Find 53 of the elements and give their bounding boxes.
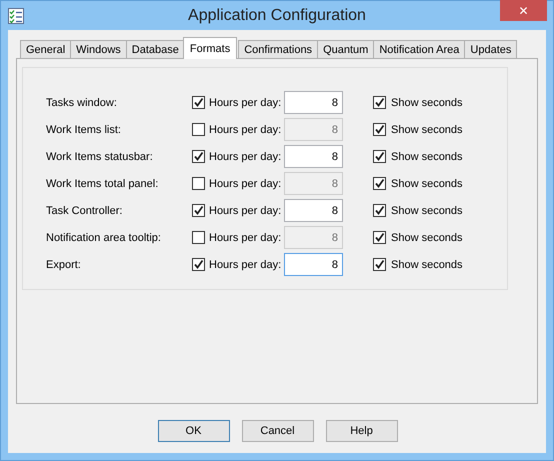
tab[interactable]: Confirmations [238, 40, 318, 58]
checkbox[interactable] [192, 231, 205, 244]
close-button[interactable]: ✕ [500, 0, 547, 21]
row-label: Work Items list: [46, 124, 122, 136]
checkbox-label: Hours per day: [209, 150, 282, 162]
checkbox-label: Show seconds [391, 124, 463, 136]
window-title: Application Configuration [187, 7, 367, 25]
checkbox-label: Hours per day: [209, 232, 282, 244]
tab[interactable]: Notification Area [373, 40, 466, 58]
checkbox[interactable] [373, 177, 386, 190]
checkbox[interactable] [373, 204, 386, 217]
checkbox[interactable] [373, 123, 386, 136]
row-label: Task Controller: [46, 204, 124, 216]
checkbox-label: Hours per day: [209, 124, 282, 136]
row-label: Notification area tooltip: [46, 232, 162, 244]
checkbox-label: Hours per day: [209, 178, 282, 190]
tab[interactable]: Windows [70, 40, 127, 58]
checkbox-label: Show seconds [391, 204, 463, 216]
checkbox[interactable] [373, 96, 386, 109]
checkbox-label: Show seconds [391, 232, 463, 244]
row-label: Export: [46, 258, 82, 270]
tab[interactable]: Quantum [317, 40, 374, 58]
checkbox-label: Show seconds [391, 178, 463, 190]
checkbox[interactable] [192, 123, 205, 136]
checkbox[interactable] [373, 150, 386, 163]
checkbox-label: Show seconds [391, 150, 463, 162]
checkbox[interactable] [373, 258, 386, 271]
checkbox[interactable] [192, 150, 205, 163]
tab[interactable]: Updates [464, 40, 518, 58]
row-label: Work Items total panel: [46, 178, 160, 190]
hours-input[interactable]: 8 [284, 199, 343, 222]
checkbox[interactable] [373, 231, 386, 244]
hours-input[interactable]: 8 [284, 253, 343, 276]
checkbox-label: Hours per day: [209, 96, 282, 108]
checkbox[interactable] [192, 204, 205, 217]
tab[interactable]: Database [126, 40, 185, 58]
dialog-button[interactable]: Cancel [242, 420, 314, 442]
checkbox[interactable] [192, 177, 205, 190]
hours-input[interactable]: 8 [284, 145, 343, 168]
row-label: Work Items statusbar: [46, 150, 154, 162]
tab[interactable]: General [20, 40, 72, 58]
checklist-icon [8, 8, 24, 24]
dialog-button[interactable]: Help [326, 420, 398, 442]
checkbox-label: Hours per day: [209, 204, 282, 216]
checkbox[interactable] [192, 258, 205, 271]
row-label: Tasks window: [46, 96, 118, 108]
checkbox-label: Show seconds [391, 258, 463, 270]
hours-input[interactable]: 8 [284, 91, 343, 114]
checkbox-label: Hours per day: [209, 258, 282, 270]
checkbox[interactable] [192, 96, 205, 109]
tab[interactable]: Formats [182, 37, 238, 59]
dialog-button[interactable]: OK [158, 420, 230, 442]
checkbox-label: Show seconds [391, 96, 463, 108]
